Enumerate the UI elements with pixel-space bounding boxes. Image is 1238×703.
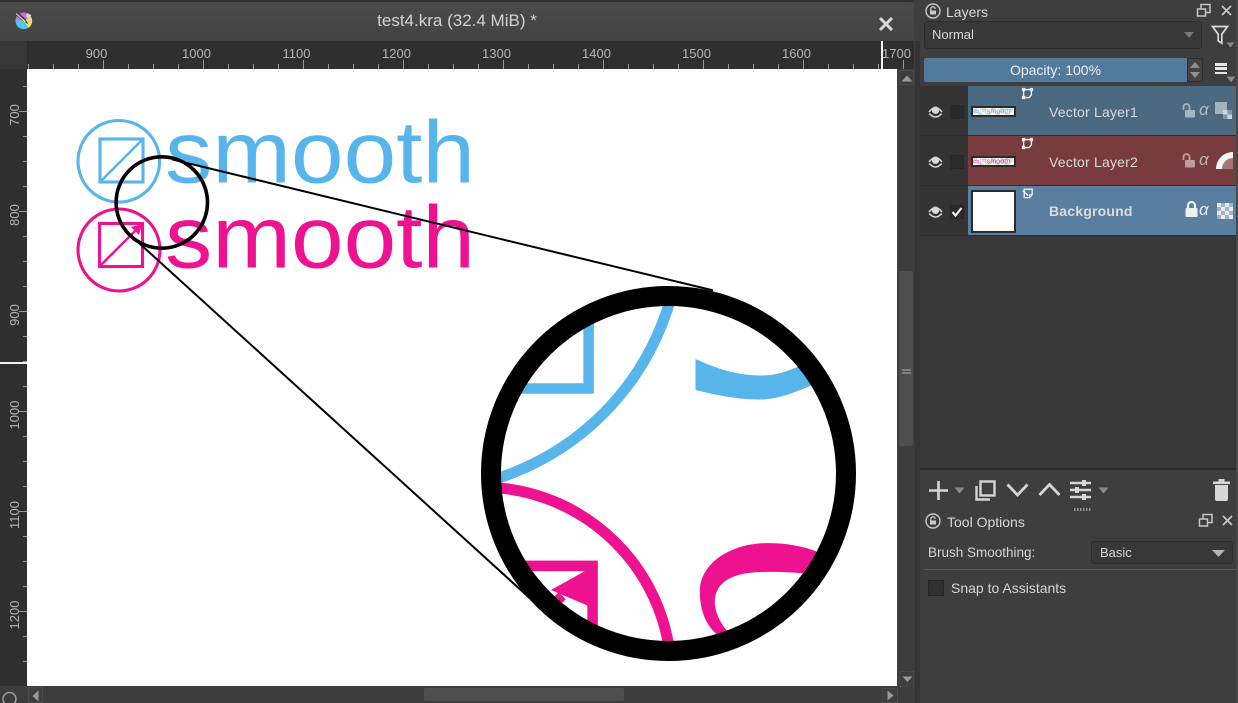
svg-text:smooth: smooth [165,188,475,287]
